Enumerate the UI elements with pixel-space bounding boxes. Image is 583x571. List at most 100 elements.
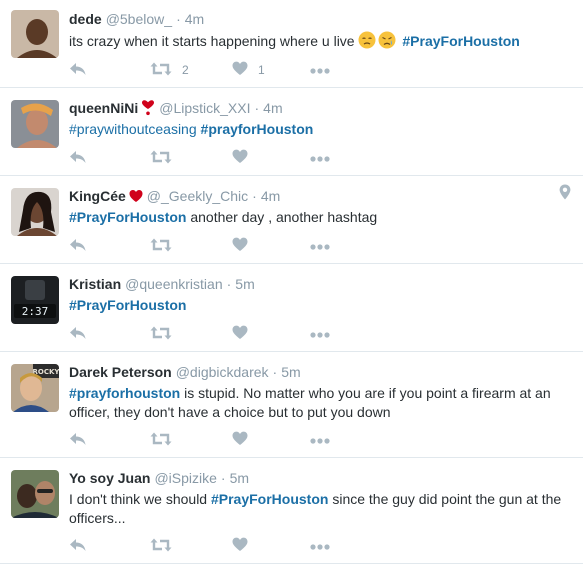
tweet-actions [69, 324, 369, 344]
face-sad-emoji-icon [358, 31, 376, 49]
more-button[interactable] [310, 430, 330, 450]
hashtag-link[interactable]: #prayforhouston [69, 385, 180, 401]
retweet-icon [150, 149, 172, 168]
retweet-button[interactable] [150, 430, 172, 450]
separator-dot: · [252, 188, 257, 204]
retweet-button[interactable] [150, 236, 172, 256]
avatar[interactable] [11, 470, 59, 518]
display-name[interactable]: Yo soy Juan [69, 470, 150, 486]
reply-button[interactable] [69, 536, 87, 556]
location-pin-icon[interactable] [559, 184, 571, 205]
retweet-icon [150, 61, 172, 80]
more-button[interactable] [310, 324, 330, 344]
hashtag-link[interactable]: #PrayForHouston [402, 33, 519, 49]
tweet-header: KingCée @_Geekly_Chic · 4m [69, 187, 573, 205]
tweet-header: dede @5below_ · 4m [69, 10, 573, 28]
more-icon [310, 239, 330, 253]
tweet-text-segment: I don't think we should [69, 491, 211, 507]
tweet[interactable]: KingCée @_Geekly_Chic · 4m #PrayForHouston a… [0, 176, 583, 264]
user-handle[interactable]: @Lipstick_XXI [159, 100, 250, 116]
tweet-text: #PrayForHouston another day , another ha… [69, 208, 573, 227]
retweet-button[interactable] [150, 324, 172, 344]
avatar[interactable] [11, 188, 59, 236]
tweet-content: dede @5below_ · 4m its crazy when it starts … [69, 10, 573, 51]
user-handle[interactable]: @iSpizike [154, 470, 216, 486]
tweet[interactable]: queenNiNi @Lipstick_XXI · 4m #praywithoutcea… [0, 88, 583, 176]
like-button[interactable]: 1 [232, 60, 265, 80]
separator-dot: · [176, 11, 181, 27]
tweet-content: Kristian @queenkristian · 5m #PrayForHouston [69, 275, 573, 315]
timestamp[interactable]: 5m [281, 364, 300, 380]
retweet-count: 2 [182, 63, 189, 77]
reply-button[interactable] [69, 236, 87, 256]
timestamp[interactable]: 5m [235, 276, 254, 292]
heart-icon [232, 61, 248, 79]
more-button[interactable] [310, 536, 330, 556]
tweet-actions [69, 148, 369, 168]
tweet-actions [69, 430, 369, 450]
avatar[interactable]: 2:37 [11, 276, 59, 324]
reply-button[interactable] [69, 430, 87, 450]
face-cry-emoji-icon [378, 31, 396, 49]
tweet-actions: 21 [69, 60, 369, 80]
tweet-content: Yo soy Juan @iSpizike · 5m I don't think we … [69, 469, 573, 528]
more-button[interactable] [310, 60, 330, 80]
display-name[interactable]: queenNiNi [69, 100, 138, 116]
timestamp[interactable]: 4m [185, 11, 204, 27]
timestamp[interactable]: 5m [230, 470, 249, 486]
reply-button[interactable] [69, 60, 87, 80]
reply-icon [69, 149, 87, 168]
user-handle[interactable]: @digbickdarek [176, 364, 269, 380]
reply-icon [69, 237, 87, 256]
more-button[interactable] [310, 236, 330, 256]
hashtag-link[interactable]: #praywithoutceasing [69, 121, 197, 137]
more-icon [310, 151, 330, 165]
tweet-text: I don't think we should #PrayForHouston … [69, 490, 573, 528]
reply-icon [69, 325, 87, 344]
heart-icon [232, 149, 248, 167]
user-handle[interactable]: @queenkristian [125, 276, 223, 292]
separator-dot: · [226, 276, 232, 292]
like-count: 1 [258, 63, 265, 77]
tweet[interactable]: dede @5below_ · 4m its crazy when it starts … [0, 0, 583, 88]
avatar[interactable]: ROCKY [11, 364, 59, 412]
display-name[interactable]: dede [69, 11, 102, 27]
like-button[interactable] [232, 536, 248, 556]
tweet[interactable]: Yo soy Juan @iSpizike · 5m I don't think we … [0, 458, 583, 564]
heart-icon [232, 537, 248, 555]
user-handle[interactable]: @_Geekly_Chic [147, 188, 248, 204]
separator-dot: · [272, 364, 278, 380]
display-name[interactable]: KingCée [69, 188, 126, 204]
retweet-button[interactable] [150, 148, 172, 168]
more-icon [310, 63, 330, 77]
tweet-actions [69, 536, 369, 556]
reply-button[interactable] [69, 148, 87, 168]
timestamp[interactable]: 4m [261, 188, 280, 204]
like-button[interactable] [232, 148, 248, 168]
tweet-content: Darek Peterson @digbickdarek · 5m #prayforho… [69, 363, 573, 422]
like-button[interactable] [232, 236, 248, 256]
like-button[interactable] [232, 430, 248, 450]
tweet[interactable]: 2:37 Kristian @queenkristian · 5m #PrayForHou… [0, 264, 583, 352]
hashtag-link[interactable]: #prayforHouston [201, 121, 314, 137]
more-icon [310, 539, 330, 553]
display-name[interactable]: Kristian [69, 276, 121, 292]
retweet-button[interactable]: 2 [150, 60, 189, 80]
timestamp[interactable]: 4m [263, 100, 282, 116]
hashtag-link[interactable]: #PrayForHouston [69, 209, 186, 225]
heart-icon [232, 431, 248, 449]
user-handle[interactable]: @5below_ [106, 11, 172, 27]
hashtag-link[interactable]: #PrayForHouston [69, 297, 186, 313]
display-name[interactable]: Darek Peterson [69, 364, 172, 380]
avatar-clock-text: 2:37 [22, 305, 49, 318]
like-button[interactable] [232, 324, 248, 344]
hashtag-link[interactable]: #PrayForHouston [211, 491, 328, 507]
more-button[interactable] [310, 148, 330, 168]
retweet-button[interactable] [150, 536, 172, 556]
avatar[interactable] [11, 10, 59, 58]
tweet-text-segment: another day , another hashtag [186, 209, 378, 225]
avatar[interactable] [11, 100, 59, 148]
reply-button[interactable] [69, 324, 87, 344]
tweet-actions [69, 236, 369, 256]
tweet[interactable]: ROCKY Darek Peterson @digbickdarek · 5m #pray… [0, 352, 583, 458]
